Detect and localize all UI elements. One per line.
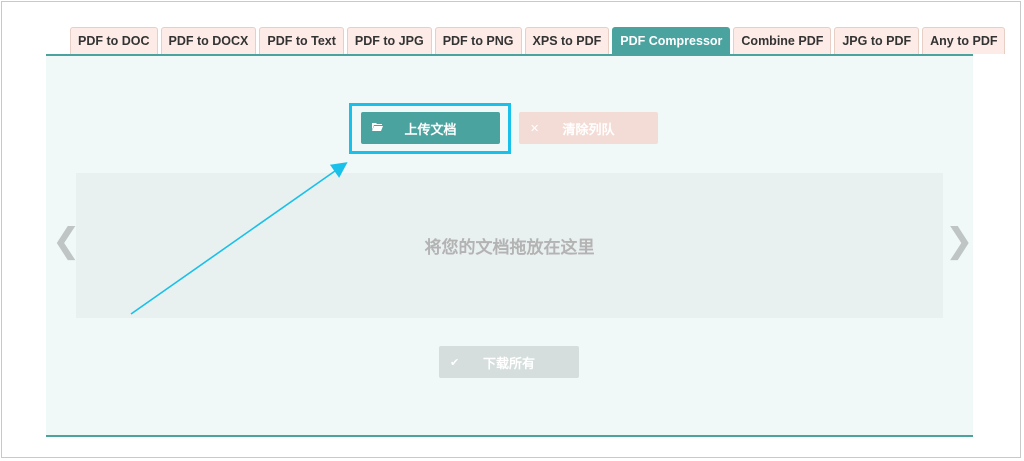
annotation-arrow [130,162,348,315]
